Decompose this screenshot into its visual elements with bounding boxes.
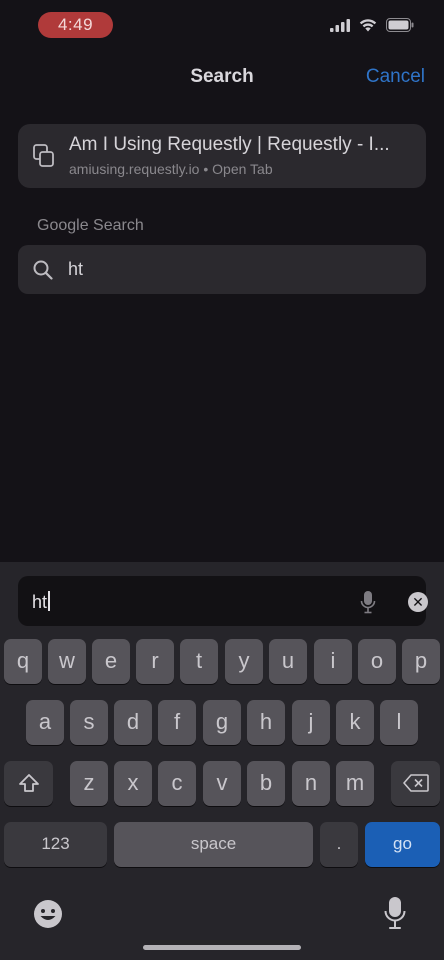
key-l[interactable]: l — [380, 700, 418, 745]
key-c[interactable]: c — [158, 761, 196, 806]
emoji-icon[interactable] — [32, 898, 64, 930]
key-q[interactable]: q — [4, 639, 42, 684]
google-search-label: Google Search — [37, 217, 144, 234]
key-x[interactable]: x — [114, 761, 152, 806]
key-z[interactable]: z — [70, 761, 108, 806]
shift-key[interactable] — [4, 761, 53, 806]
key-j[interactable]: j — [292, 700, 330, 745]
key-m[interactable]: m — [336, 761, 374, 806]
key-p[interactable]: p — [402, 639, 440, 684]
text-caret — [48, 591, 51, 611]
key-k[interactable]: k — [336, 700, 374, 745]
dictation-microphone-icon[interactable] — [384, 896, 406, 930]
key-d[interactable]: d — [114, 700, 152, 745]
key-a[interactable]: a — [26, 700, 64, 745]
key-e[interactable]: e — [92, 639, 130, 684]
tabs-icon — [33, 144, 54, 167]
google-search-query: ht — [68, 259, 84, 279]
status-bar: 4:49 — [0, 0, 444, 50]
cancel-button[interactable]: Cancel — [366, 66, 425, 88]
key-h[interactable]: h — [247, 700, 285, 745]
clear-text-button[interactable]: ✕ — [408, 592, 428, 612]
key-n[interactable]: n — [292, 761, 330, 806]
google-search-suggestion[interactable]: ht — [18, 245, 426, 294]
key-w[interactable]: w — [48, 639, 86, 684]
key-r[interactable]: r — [136, 639, 174, 684]
key-i[interactable]: i — [314, 639, 352, 684]
search-input[interactable]: ht ✕ — [18, 576, 428, 626]
search-icon — [33, 260, 53, 280]
open-tab-suggestion[interactable]: Am I Using Requestly | Requestly - I... … — [18, 124, 426, 188]
suggestion-subtitle: amiusing.requestly.io • Open Tab — [69, 161, 273, 177]
period-key[interactable]: . — [320, 822, 358, 867]
battery-icon — [386, 18, 414, 32]
space-key[interactable]: space — [114, 822, 313, 867]
search-input-value: ht — [32, 591, 51, 613]
microphone-icon[interactable] — [360, 590, 376, 614]
shift-icon — [18, 773, 39, 792]
cellular-signal-icon — [330, 18, 350, 32]
key-b[interactable]: b — [247, 761, 285, 806]
key-g[interactable]: g — [203, 700, 241, 745]
key-u[interactable]: u — [269, 639, 307, 684]
backspace-key[interactable] — [391, 761, 440, 806]
key-o[interactable]: o — [358, 639, 396, 684]
time-indicator[interactable]: 4:49 — [38, 12, 113, 38]
key-f[interactable]: f — [158, 700, 196, 745]
key-y[interactable]: y — [225, 639, 263, 684]
go-key[interactable]: go — [365, 822, 440, 867]
close-icon: ✕ — [412, 594, 424, 610]
numbers-key[interactable]: 123 — [4, 822, 107, 867]
backspace-icon — [402, 773, 429, 792]
status-icons — [330, 18, 414, 32]
home-indicator[interactable] — [143, 945, 301, 950]
key-t[interactable]: t — [180, 639, 218, 684]
wifi-icon — [359, 19, 377, 32]
key-v[interactable]: v — [203, 761, 241, 806]
suggestion-title: Am I Using Requestly | Requestly - I... — [69, 134, 390, 155]
key-s[interactable]: s — [70, 700, 108, 745]
